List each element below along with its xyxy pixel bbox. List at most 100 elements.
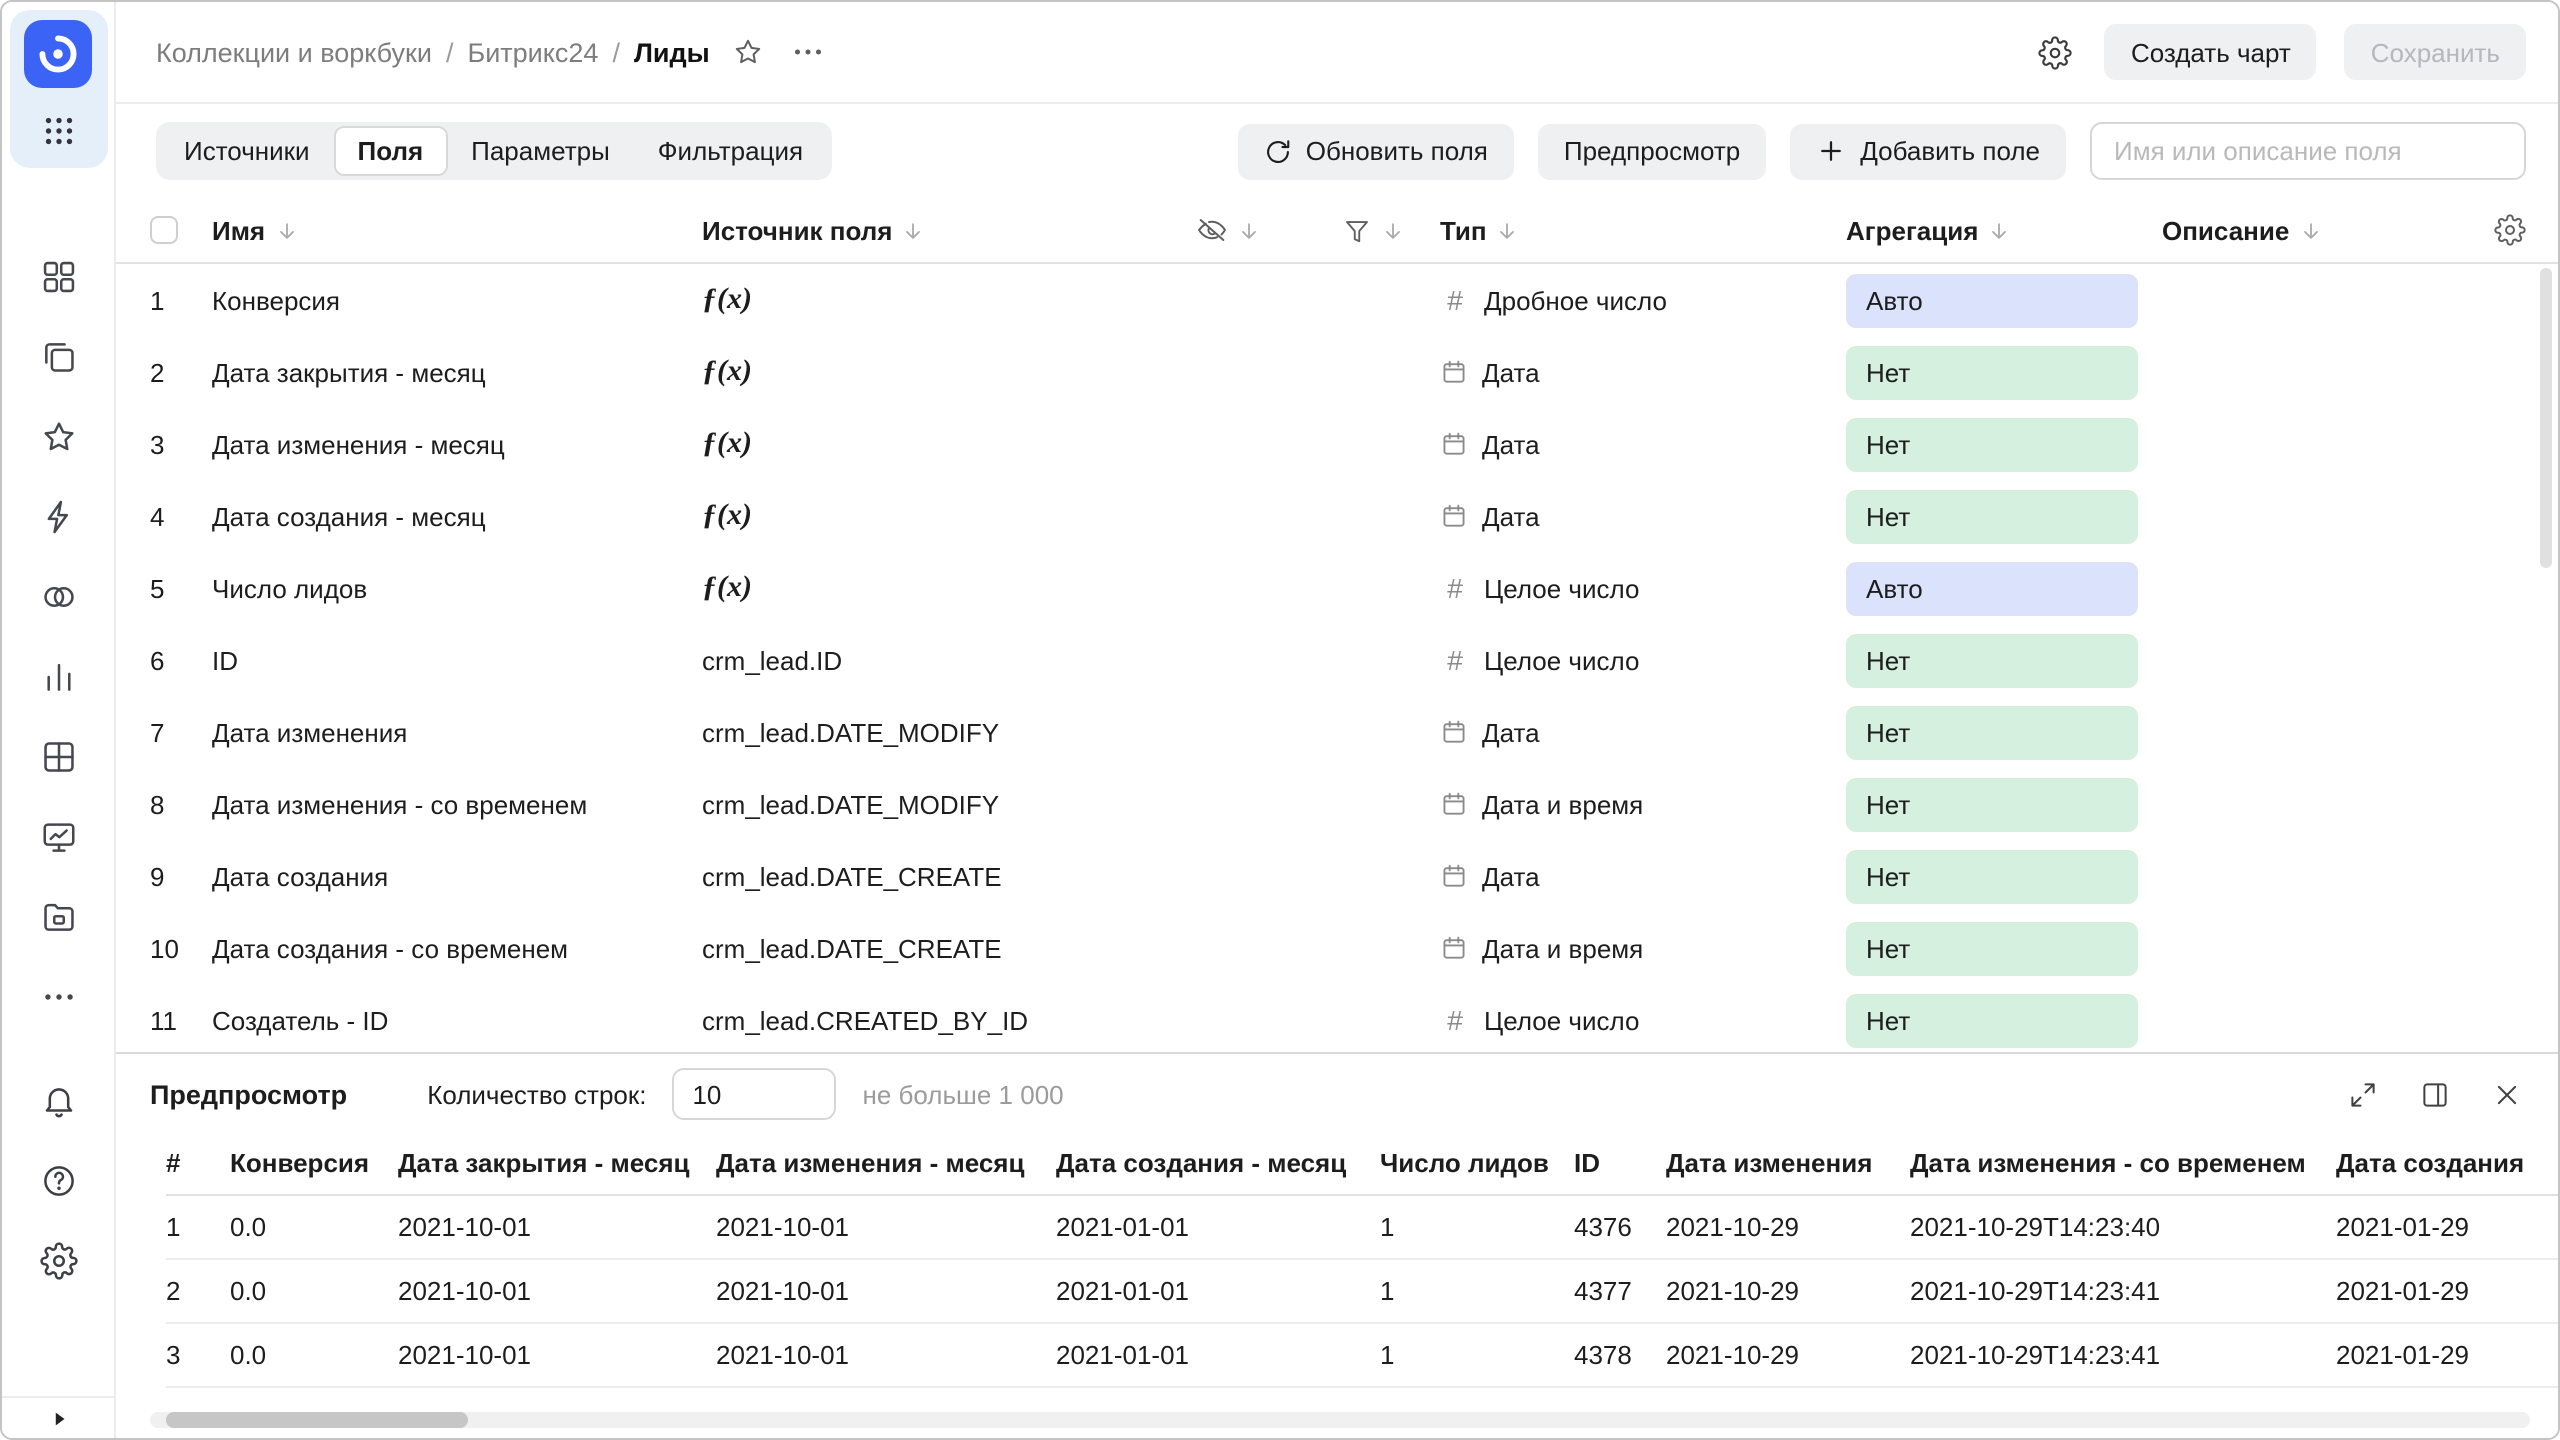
column-header-name[interactable]: Имя [212,215,702,245]
row-number: 8 [150,789,212,819]
field-search-input[interactable] [2090,122,2526,180]
sidebar-item-grid-4[interactable] [2,716,114,796]
table-row[interactable]: 2Дата закрытия - месяцƒ(x)ДатаНет [116,336,2558,408]
bar-chart-icon [39,657,77,695]
breadcrumb-item[interactable]: Битрикс24 [468,37,599,67]
aggregation-select[interactable]: Нет [1846,417,2138,471]
split-panel-icon[interactable] [2420,1079,2450,1109]
aggregation-select[interactable]: Авто [1846,273,2138,327]
field-type: #Целое число [1440,572,1846,604]
sort-down-icon[interactable] [275,219,297,241]
create-chart-button[interactable]: Создать чарт [2105,24,2317,80]
sidebar-item-monitor-chart[interactable] [2,796,114,876]
datalens-logo-icon[interactable] [24,20,92,88]
table-settings-gear-icon[interactable] [2494,214,2526,246]
settings-gear-icon[interactable] [2039,35,2073,69]
preview-cell: 2021-01-01 [1056,1322,1380,1386]
row-count-input[interactable] [672,1068,836,1120]
circles-pair-icon [39,577,77,615]
sort-down-icon[interactable] [1497,219,1519,241]
sidebar-item-bell[interactable] [2,1060,114,1140]
sidebar-item-bar-chart[interactable] [2,636,114,716]
column-header-aggregation[interactable]: Агрегация [1846,215,2162,245]
refresh-fields-button[interactable]: Обновить поля [1238,123,1514,179]
calendar-icon [1440,934,1468,962]
table-row[interactable]: 3Дата изменения - месяцƒ(x)ДатаНет [116,408,2558,480]
aggregation-select[interactable]: Нет [1846,489,2138,543]
table-row[interactable]: 7Дата измененияcrm_lead.DATE_MODIFYДатаН… [116,696,2558,768]
more-menu-icon[interactable] [790,34,826,70]
sidebar-item-help-circle[interactable] [2,1140,114,1220]
column-header-source[interactable]: Источник поля [702,215,1196,245]
table-row[interactable]: 1Конверсияƒ(x)#Дробное числоАвто [116,264,2558,336]
preview-row[interactable]: 20.02021-10-012021-10-012021-01-01143772… [166,1258,2558,1322]
column-header-filter[interactable] [1342,215,1440,245]
sidebar-item-layers[interactable] [2,316,114,396]
sidebar-item-star[interactable] [2,396,114,476]
sidebar-item-ellipsis[interactable] [2,956,114,1036]
fields-toolbar: Обновить поля Предпросмотр Добавить поле [1238,122,2526,180]
preview-column-header: Число лидов [1380,1134,1574,1194]
favorite-star-icon[interactable] [732,36,764,68]
sort-down-icon[interactable] [1988,219,2010,241]
sort-down-icon[interactable] [2299,219,2321,241]
tab-sources[interactable]: Источники [160,126,334,176]
field-type: Дата [1440,861,1846,891]
table-row[interactable]: 9Дата созданияcrm_lead.DATE_CREATEДатаНе… [116,840,2558,912]
sidebar-item-circles-pair[interactable] [2,556,114,636]
preview-column-header: Дата изменения [1666,1134,1910,1194]
horizontal-scrollbar[interactable] [150,1412,2530,1428]
add-field-button[interactable]: Добавить поле [1790,123,2066,179]
column-header-hidden[interactable] [1196,214,1342,246]
preview-row[interactable]: 10.02021-10-012021-10-012021-01-01143762… [166,1194,2558,1258]
tab-fields[interactable]: Поля [334,126,448,176]
lightning-icon [39,497,77,535]
sidebar-expand-button[interactable] [2,1396,114,1438]
layers-icon [39,337,77,375]
save-button[interactable]: Сохранить [2345,24,2526,80]
sidebar-item-gear[interactable] [2,1220,114,1300]
eye-off-icon [1196,214,1228,246]
table-row[interactable]: 11Создатель - IDcrm_lead.CREATED_BY_ID#Ц… [116,984,2558,1052]
column-header-type[interactable]: Тип [1440,215,1846,245]
sidebar-item-lightning[interactable] [2,476,114,556]
aggregation-select[interactable]: Нет [1846,705,2138,759]
table-row[interactable]: 8Дата изменения - со временемcrm_lead.DA… [116,768,2558,840]
aggregation-select[interactable]: Нет [1846,993,2138,1047]
table-row[interactable]: 5Число лидовƒ(x)#Целое числоАвто [116,552,2558,624]
services-menu-button[interactable] [34,106,82,154]
field-source: ƒ(x) [702,499,1196,533]
aggregation-select[interactable]: Нет [1846,633,2138,687]
sidebar-item-folder[interactable] [2,876,114,956]
table-row[interactable]: 10Дата создания - со временемcrm_lead.DA… [116,912,2558,984]
aggregation-select[interactable]: Нет [1846,849,2138,903]
vertical-scrollbar[interactable] [2540,264,2552,1052]
preview-button[interactable]: Предпросмотр [1538,123,1766,179]
aggregation-select[interactable]: Авто [1846,561,2138,615]
sort-down-icon[interactable] [1238,219,1260,241]
aggregation-select[interactable]: Нет [1846,345,2138,399]
field-name: ID [212,645,702,675]
aggregation-select[interactable]: Нет [1846,777,2138,831]
maximize-icon[interactable] [2348,1079,2378,1109]
sort-down-icon[interactable] [902,219,924,241]
aggregation-select[interactable]: Нет [1846,921,2138,975]
sort-down-icon[interactable] [1382,219,1404,241]
close-icon[interactable] [2492,1079,2522,1109]
gear-icon [39,1241,77,1279]
table-row[interactable]: 6IDcrm_lead.ID#Целое числоНет [116,624,2558,696]
select-all-checkbox[interactable] [150,216,178,244]
sidebar-item-grid-2x2[interactable] [2,236,114,316]
horizontal-scrollbar-thumb[interactable] [166,1412,468,1428]
field-source: ƒ(x) [702,571,1196,605]
column-header-description[interactable]: Описание [2162,215,2486,245]
vertical-scrollbar-thumb[interactable] [2540,268,2552,568]
preview-cell: 0.0 [230,1322,398,1386]
field-aggregation-cell: Авто [1846,273,2162,327]
preview-row[interactable]: 30.02021-10-012021-10-012021-01-01143782… [166,1322,2558,1386]
breadcrumb-item[interactable]: Коллекции и воркбуки [156,37,432,67]
table-row[interactable]: 4Дата создания - месяцƒ(x)ДатаНет [116,480,2558,552]
tab-parameters[interactable]: Параметры [447,126,634,176]
tab-filtering[interactable]: Фильтрация [634,126,827,176]
preview-cell: 2021-10-29 [1666,1194,1910,1258]
